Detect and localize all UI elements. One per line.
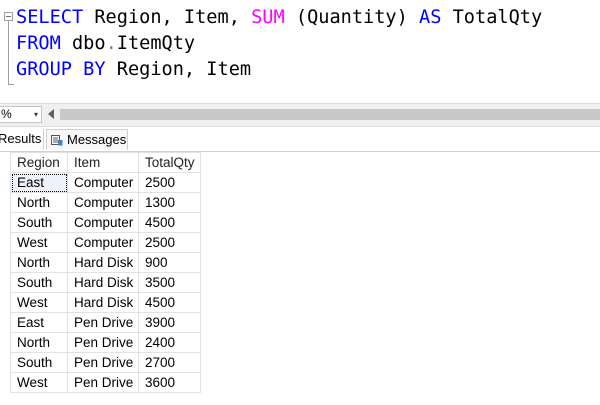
grid-cell[interactable]: 4500 <box>138 212 201 233</box>
collapse-icon[interactable] <box>4 12 13 21</box>
tab-results[interactable]: Results <box>0 129 44 150</box>
grid-cell[interactable]: South <box>10 212 68 233</box>
grid-cell[interactable]: Pen Drive <box>67 312 139 333</box>
grid-cell[interactable]: 2400 <box>138 332 201 353</box>
table-row: West Pen Drive 3600 <box>10 372 201 393</box>
column-header-region[interactable]: Region <box>10 152 68 173</box>
table-row: South Pen Drive 2700 <box>10 352 201 373</box>
grid-cell[interactable]: Computer <box>67 212 139 233</box>
table-row: South Computer 4500 <box>10 212 201 233</box>
table-row: North Hard Disk 900 <box>10 252 201 273</box>
keyword-group-by: GROUP BY <box>16 59 106 80</box>
column-header-totalqty[interactable]: TotalQty <box>138 152 201 173</box>
grid-cell[interactable]: Pen Drive <box>67 332 139 353</box>
grid-cell[interactable]: West <box>10 372 68 393</box>
code-text: Region, Item, <box>83 7 252 28</box>
grid-cell[interactable]: Pen Drive <box>67 372 139 393</box>
grid-cell[interactable]: Computer <box>67 172 139 193</box>
table-row: West Computer 2500 <box>10 232 201 253</box>
chevron-down-icon[interactable]: ▾ <box>34 107 38 122</box>
table-row: East Pen Drive 3900 <box>10 312 201 333</box>
code-line-2: FROM dbo.ItemQty <box>16 33 195 54</box>
grid-cell[interactable]: 3600 <box>138 372 201 393</box>
sql-editor[interactable]: SELECT Region, Item, SUM (Quantity) AS T… <box>0 0 600 101</box>
grid-cell[interactable]: 2500 <box>138 232 201 253</box>
fold-gutter[interactable] <box>2 6 16 86</box>
grid-cell[interactable]: West <box>10 292 68 313</box>
column-header-item[interactable]: Item <box>67 152 139 173</box>
grid-cell[interactable]: West <box>10 232 68 253</box>
grid-cell[interactable]: Pen Drive <box>67 352 139 373</box>
function-sum: SUM <box>251 7 285 28</box>
fold-end <box>8 84 14 85</box>
scroll-left-icon[interactable] <box>48 109 54 119</box>
code-text: dbo <box>60 33 106 54</box>
code-line-3: GROUP BY Region, Item <box>16 59 251 80</box>
horizontal-scrollbar[interactable] <box>60 106 600 123</box>
query-text[interactable]: SELECT Region, Item, SUM (Quantity) AS T… <box>16 5 542 83</box>
header-row: Region Item TotalQty <box>10 152 201 173</box>
grid-cell[interactable]: 3900 <box>138 312 201 333</box>
code-text: Region, Item <box>105 59 252 80</box>
zoom-value: % <box>1 107 12 121</box>
tab-messages-label: Messages <box>67 132 127 147</box>
code-line-1: SELECT Region, Item, SUM (Quantity) AS T… <box>16 7 542 28</box>
grid-cell[interactable]: Computer <box>67 192 139 213</box>
zoom-bar: % ▾ <box>0 103 600 127</box>
table-row: North Pen Drive 2400 <box>10 332 201 353</box>
grid-cell[interactable]: 2500 <box>138 172 201 193</box>
table-row: South Hard Disk 3500 <box>10 272 201 293</box>
grid-cell[interactable]: North <box>10 192 68 213</box>
results-grid: Region Item TotalQty East Computer 2500 … <box>0 152 600 405</box>
grid-cell[interactable]: South <box>10 352 68 373</box>
grid-cell[interactable]: Hard Disk <box>67 252 139 273</box>
grid-cell[interactable]: 3500 <box>138 272 201 293</box>
table-row: North Computer 1300 <box>10 192 201 213</box>
messages-icon <box>51 135 63 146</box>
table-row: West Hard Disk 4500 <box>10 292 201 313</box>
results-table: Region Item TotalQty East Computer 2500 … <box>10 152 201 393</box>
zoom-select[interactable]: % ▾ <box>0 106 42 123</box>
grid-cell[interactable]: North <box>10 252 68 273</box>
keyword-select: SELECT <box>16 7 84 28</box>
table-row: East Computer 2500 <box>10 172 201 193</box>
grid-cell[interactable]: North <box>10 332 68 353</box>
grid-cell[interactable]: East <box>10 312 68 333</box>
keyword-from: FROM <box>16 33 61 54</box>
grid-cell[interactable]: East <box>10 172 68 193</box>
grid-cell[interactable]: 1300 <box>138 192 201 213</box>
code-text: TotalQty <box>441 7 543 28</box>
grid-cell[interactable]: South <box>10 272 68 293</box>
scrollbar-thumb[interactable] <box>60 109 600 120</box>
grid-cell[interactable]: Hard Disk <box>67 292 139 313</box>
code-text: (Quantity) <box>284 7 420 28</box>
grid-cell[interactable]: 900 <box>138 252 201 273</box>
code-operator: . <box>105 33 117 54</box>
grid-cell[interactable]: 4500 <box>138 292 201 313</box>
grid-cell[interactable]: Hard Disk <box>67 272 139 293</box>
tab-messages[interactable]: Messages <box>46 129 128 150</box>
result-tabs: Results Messages <box>0 127 600 152</box>
code-text: ItemQty <box>116 33 196 54</box>
keyword-as: AS <box>419 7 442 28</box>
tab-results-label: Results <box>0 131 42 146</box>
fold-line <box>8 21 9 85</box>
grid-cell[interactable]: Computer <box>67 232 139 253</box>
grid-cell[interactable]: 2700 <box>138 352 201 373</box>
